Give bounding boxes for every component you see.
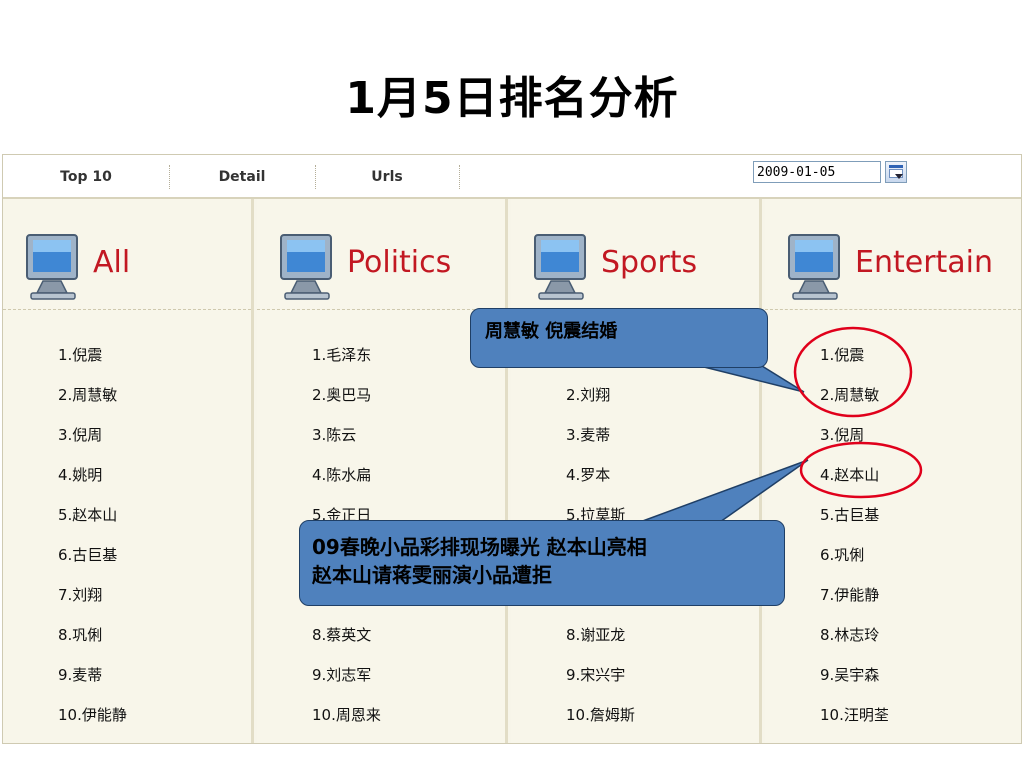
highlight-circle bbox=[793, 326, 913, 418]
callout-text: 09春晚小品彩排现场曝光 赵本山亮相 bbox=[312, 535, 647, 559]
callout-text: 周慧敏 倪震结婚 bbox=[485, 321, 618, 342]
callout-box: 09春晚小品彩排现场曝光 赵本山亮相 赵本山请蒋雯丽演小品遭拒 bbox=[299, 520, 785, 606]
annotation-overlay bbox=[639, 326, 923, 523]
callout-pointer bbox=[699, 365, 805, 393]
callout-box: 周慧敏 倪震结婚 bbox=[470, 308, 768, 368]
highlight-circle bbox=[799, 441, 923, 499]
callout-pointer bbox=[639, 459, 809, 523]
callout-text: 赵本山请蒋雯丽演小品遭拒 bbox=[312, 563, 552, 587]
